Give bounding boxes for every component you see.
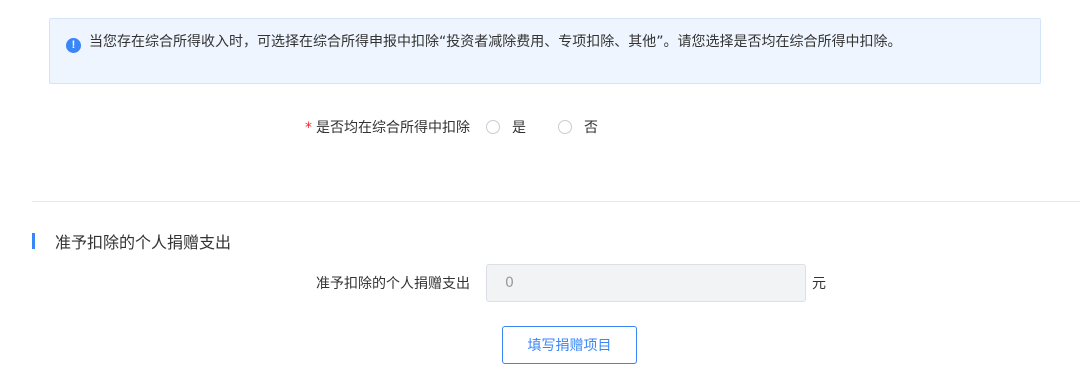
radio-option-no[interactable]: 否: [558, 117, 598, 137]
required-marker: *: [305, 120, 312, 136]
deduct-question-row: * 是否均在综合所得中扣除 是 否: [0, 116, 630, 138]
deduct-question-label: * 是否均在综合所得中扣除: [0, 117, 486, 137]
fill-donation-items-button[interactable]: 填写捐赠项目: [502, 326, 637, 364]
radio-circle-yes[interactable]: [486, 120, 500, 134]
donation-amount-label: 准予扣除的个人捐赠支出: [316, 276, 470, 292]
donation-section-header: 准予扣除的个人捐赠支出: [32, 230, 231, 252]
donation-amount-row: 准予扣除的个人捐赠支出 元: [0, 264, 826, 302]
radio-label-yes: 是: [512, 120, 526, 136]
donation-amount-input[interactable]: [486, 264, 806, 302]
amount-unit: 元: [812, 276, 826, 292]
section-divider: [32, 201, 1080, 202]
radio-circle-no[interactable]: [558, 120, 572, 134]
info-icon: !: [66, 38, 81, 53]
section-accent-bar: [32, 233, 35, 249]
deduct-question-text: 是否均在综合所得中扣除: [316, 120, 470, 136]
notice-text: 当您存在综合所得收入时，可选择在综合所得申报中扣除“投资者减除费用、专项扣除、其…: [89, 34, 902, 50]
donation-section-title: 准予扣除的个人捐赠支出: [55, 233, 232, 252]
radio-option-yes[interactable]: 是: [486, 117, 526, 137]
radio-label-no: 否: [584, 120, 598, 136]
info-notice: ! 当您存在综合所得收入时，可选择在综合所得申报中扣除“投资者减除费用、专项扣除、…: [49, 18, 1041, 84]
